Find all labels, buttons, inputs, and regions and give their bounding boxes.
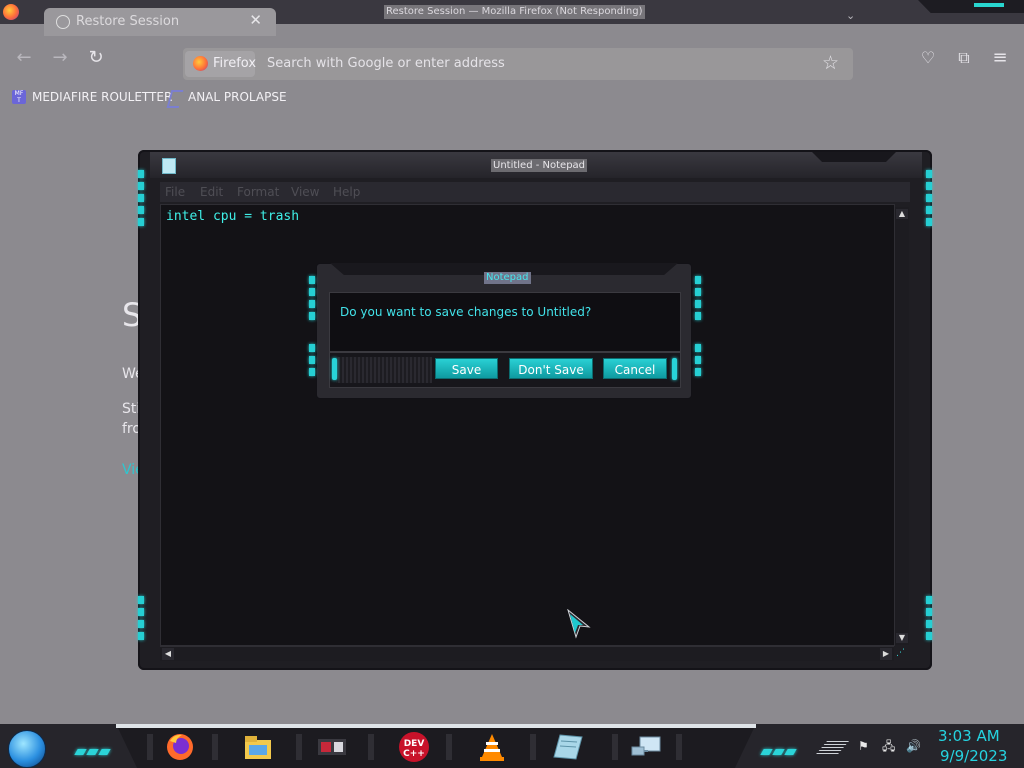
network-app-icon[interactable] [630,731,662,763]
horizontal-scrollbar[interactable]: ◀ ▶ [160,646,894,661]
mouse-cursor-icon [567,609,591,639]
theme-corner-decoration [918,0,1024,13]
media-app-icon[interactable] [316,731,348,763]
menu-edit[interactable]: Edit [200,185,223,199]
firefox-window-title: Restore Session — Mozilla Firefox (Not R… [384,5,645,19]
cancel-button[interactable]: Cancel [603,358,667,379]
clock-date[interactable]: 9/9/2023 [940,747,1007,765]
dialog-light-strip [307,272,317,320]
dialog-light-strip [307,340,317,376]
dev-cpp-icon[interactable]: DEV C++ [398,731,430,763]
menu-hamburger-icon[interactable]: ≡ [988,46,1012,70]
menu-help[interactable]: Help [333,185,360,199]
scroll-left-icon[interactable]: ◀ [162,648,174,660]
firefox-logo-icon [3,4,19,20]
dialog-light-strip [693,272,703,320]
menu-format[interactable]: Format [237,185,279,199]
dialog-message-area: Do you want to save changes to Untitled? [329,292,681,352]
notepad-app-icon[interactable] [162,158,176,174]
save-button[interactable]: Save [435,358,498,379]
forward-button[interactable]: → [48,46,72,70]
url-bar[interactable]: Firefox Search with Google or enter addr… [183,48,853,80]
url-placeholder: Search with Google or enter address [267,56,505,71]
action-center-flag-icon[interactable]: ⚑ [858,740,873,753]
firefox-logo-icon [193,56,208,71]
firefox-identity-chip[interactable]: Firefox [185,51,257,77]
svg-text:C++: C++ [403,749,425,759]
back-button[interactable]: ← [12,46,36,70]
resize-grip-icon[interactable]: ⋰ [896,648,908,660]
frame-light-strip [924,166,934,226]
frame-light-strip [924,592,934,640]
scroll-up-icon[interactable]: ▲ [896,209,908,219]
scroll-down-icon[interactable]: ▼ [896,633,908,643]
restore-session-icon [56,15,70,29]
notepad-title: Untitled - Notepad [491,159,588,172]
clock-time[interactable]: 3:03 AM [938,727,1000,745]
dialog-title: Notepad [484,272,531,284]
tab-close-icon[interactable]: ✕ [249,11,262,29]
reload-button[interactable]: ↻ [84,46,108,70]
dialog-message: Do you want to save changes to Untitled? [340,305,592,319]
dont-save-button[interactable]: Don't Save [509,358,593,379]
tab-list-chevron-icon[interactable]: ⌄ [846,9,855,22]
bookmark-mediafire[interactable]: MEDIAFIRE ROULETTER [32,90,172,104]
network-tray-icon[interactable]: 🖧 [882,740,897,753]
mediafire-icon: MF T [12,90,26,104]
dialog-accent [332,358,337,380]
dialog-light-strip [693,340,703,376]
taskbar-light-strip [74,740,112,759]
pocket-icon[interactable]: ♡ [916,46,940,70]
vertical-scrollbar[interactable]: ▲ ▼ [894,207,909,645]
notepad-icon[interactable] [552,731,584,763]
firefox-icon[interactable] [164,731,196,763]
dialog-accent [672,358,677,380]
bookmark-star-icon[interactable]: ☆ [822,52,839,74]
tab-restore-session[interactable]: Restore Session ✕ [44,8,276,36]
menu-view[interactable]: View [291,185,319,199]
url-chip-label: Firefox [213,56,257,71]
file-explorer-icon[interactable] [242,731,274,763]
vlc-icon[interactable] [476,731,508,763]
volume-tray-icon[interactable]: 🔊 [906,740,921,753]
tab-label: Restore Session [76,14,180,29]
bookmarks-toolbar: MF T MEDIAFIRE ROULETTER ANAL PROLAPSE [0,86,1024,110]
notepad-content: intel cpu = trash [166,209,300,224]
start-button[interactable] [8,730,46,768]
bookmark-second[interactable]: ANAL PROLAPSE [188,90,287,104]
frame-light-strip [136,592,146,640]
taskbar-light-strip [760,740,798,759]
menu-file[interactable]: File [165,185,185,199]
scroll-right-icon[interactable]: ▶ [880,648,892,660]
frame-light-strip [136,166,146,226]
svg-text:DEV: DEV [404,739,425,749]
extensions-icon[interactable]: ⧉ [952,46,976,70]
notepad-menubar: File Edit Format View Help [160,182,910,202]
